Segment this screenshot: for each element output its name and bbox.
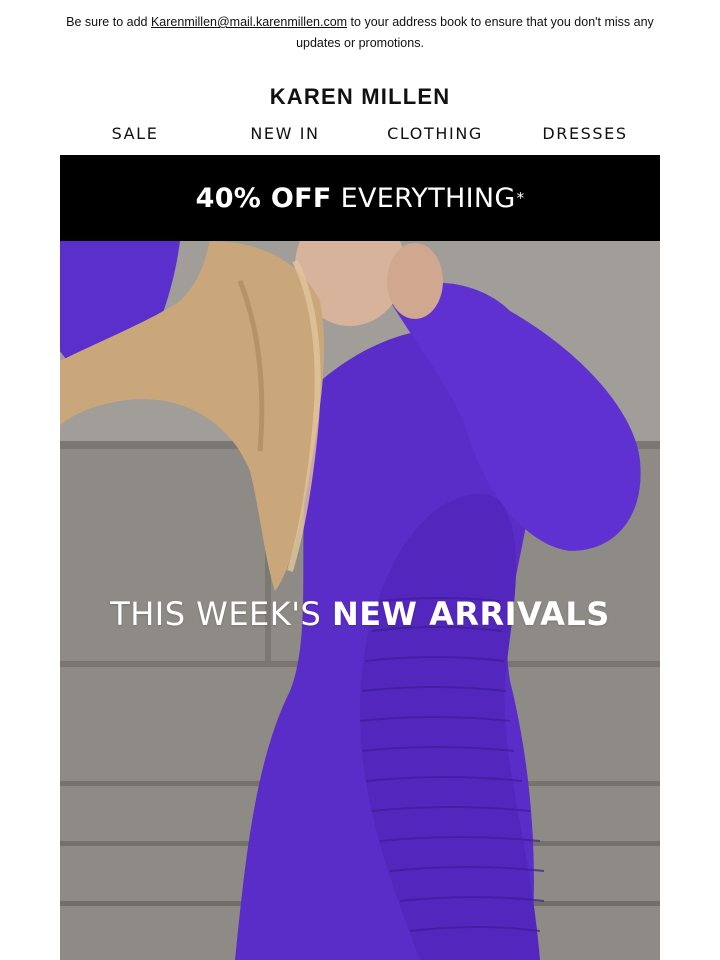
preheader-prefix: Be sure to add <box>66 15 148 29</box>
email-link[interactable]: Karenmillen@mail.karenmillen.com <box>151 15 347 29</box>
preheader-line-1: Be sure to add Karenmillen@mail.karenmil… <box>0 12 720 33</box>
promo-scope: EVERYTHING <box>340 182 516 214</box>
promo-banner[interactable]: 40% OFF EVERYTHING * <box>60 155 660 241</box>
brand-logo[interactable]: KAREN MILLEN <box>0 84 720 110</box>
preheader-suffix: to your address book to ensure that you … <box>350 15 654 29</box>
hero-title: THIS WEEK'S NEW ARRIVALS <box>60 595 660 633</box>
nav-item-new-in[interactable]: NEW IN <box>210 124 360 143</box>
promo-asterisk: * <box>516 189 525 207</box>
hero-title-bold: NEW ARRIVALS <box>332 595 610 633</box>
nav-item-clothing[interactable]: CLOTHING <box>360 124 510 143</box>
nav-item-dresses[interactable]: DRESSES <box>510 124 660 143</box>
preheader-line-2: updates or promotions. <box>296 36 424 50</box>
nav-item-sale[interactable]: SALE <box>60 124 210 143</box>
promo-discount: 40% OFF <box>195 182 332 214</box>
main-nav: SALE NEW IN CLOTHING DRESSES <box>60 122 660 144</box>
preheader: Be sure to add Karenmillen@mail.karenmil… <box>0 0 720 62</box>
hero-image[interactable]: THIS WEEK'S NEW ARRIVALS <box>60 241 660 960</box>
model-hand <box>387 243 443 319</box>
hero-title-light: THIS WEEK'S <box>110 595 322 633</box>
